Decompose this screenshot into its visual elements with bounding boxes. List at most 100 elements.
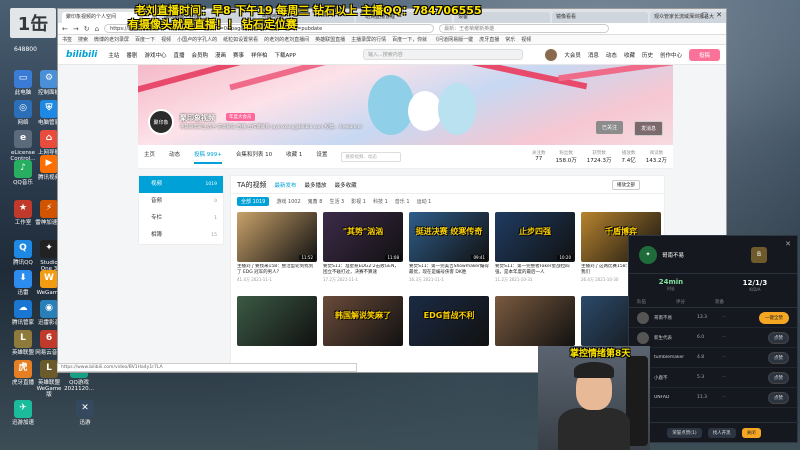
header-nav-item[interactable]: 漫画 (215, 51, 226, 59)
left-menu-item[interactable]: 专栏 1 (139, 210, 223, 227)
video-title[interactable]: 要焚S11：准星惹EDG2:2击败GEN，团立不碰打过，决赛不算速 (323, 264, 403, 276)
header-right-item[interactable]: 创作中心 (660, 51, 682, 59)
header-right-item[interactable]: 动态 (606, 51, 617, 59)
video-meta: 11.2万 2021-10-31 (495, 277, 575, 283)
video-card[interactable]: "其势"汹汹 11:08 要焚S11：准星惹EDG2:2击败GEN，团立不碰打过，决… (323, 212, 403, 283)
footer-button[interactable]: 关闭 (741, 427, 761, 438)
space-tab[interactable]: 收藏 1 (286, 150, 302, 164)
scoreboard: 哥南不易 13.3 — 一键全赞 新生代表 6.0 — 点赞 tumblemaker 4.8 — 点赞… (629, 308, 797, 408)
bookmark-item[interactable]: 视频 (161, 36, 171, 43)
video-card[interactable] (495, 296, 575, 346)
video-thumbnail[interactable]: 11:52 (237, 212, 317, 262)
user-avatar[interactable] (545, 48, 558, 61)
left-menu-item[interactable]: 相簿 15 (139, 227, 223, 244)
video-card[interactable] (237, 296, 317, 346)
space-tab[interactable]: 设置 (316, 150, 327, 164)
upload-button[interactable]: 投稿 (688, 48, 720, 61)
sort-option[interactable]: 最多收藏 (335, 181, 357, 189)
like-button[interactable]: 点赞 (768, 351, 789, 364)
bookmark-item[interactable]: 书签 (62, 36, 72, 43)
follow-button[interactable]: 已关注 (595, 121, 623, 134)
bilibili-logo[interactable]: bilibili (66, 50, 97, 60)
video-thumbnail[interactable]: 韩国解说笑麻了 (323, 296, 403, 346)
bookmark-item[interactable]: 百度一下 (135, 36, 155, 43)
video-card[interactable]: 11:52 主播刘了要找来158：整活型轮到找到了 EDG 冠军的男人？ 41.4万… (237, 212, 317, 283)
video-title[interactable]: 主播刘了要找来158：整活型轮到找到了 EDG 冠军的男人？ (237, 264, 317, 276)
video-card[interactable]: 韩国解说笑麻了 (323, 296, 403, 346)
desktop-icon[interactable]: ✈ 迅游加速 (8, 400, 38, 426)
bookmark-item[interactable]: 搜索 (78, 36, 88, 43)
close-icon[interactable]: ✕ (785, 240, 791, 248)
category-item[interactable]: 运动 1 (417, 198, 432, 205)
video-title[interactable]: 要焚S11：第一完整者Faker星战拉四强，是本年度的最后一人 (495, 264, 575, 276)
category-item[interactable]: 鬼畜 8 (308, 198, 323, 205)
bookmark-item[interactable]: 视频 (521, 36, 531, 43)
header-nav-item[interactable]: 直播 (173, 51, 184, 59)
bookmark-item[interactable]: 虎牙直播 (479, 36, 499, 43)
category-item[interactable]: 科技 1 (373, 198, 388, 205)
video-thumbnail[interactable]: 挺进决赛 绞寒传奇 09:41 (409, 212, 489, 262)
video-thumbnail[interactable] (237, 296, 317, 346)
stat-value: 158.0万 (555, 157, 577, 164)
video-thumbnail[interactable]: "其势"汹汹 11:08 (323, 212, 403, 262)
header-nav-item[interactable]: 游戏中心 (144, 51, 166, 59)
message-button[interactable]: 发消息 (633, 121, 663, 136)
video-card[interactable]: EDG首战不利 (409, 296, 489, 346)
left-menu-item[interactable]: 音频 0 (139, 193, 223, 210)
like-button[interactable]: 点赞 (768, 371, 789, 384)
header-nav-item[interactable]: 番剧 (126, 51, 137, 59)
space-search-input[interactable]: 搜索视频、动态 (341, 151, 402, 162)
video-thumbnail[interactable] (495, 296, 575, 346)
desktop-icon[interactable]: ✕ 迅游 (70, 400, 100, 426)
scoreboard-row: 新生代表 6.0 — 点赞 (629, 328, 797, 348)
space-tab[interactable]: 主页 (144, 150, 155, 164)
category-item[interactable]: 影视 1 (351, 198, 366, 205)
space-tab[interactable]: 投稿 999+ (194, 150, 222, 164)
category-item[interactable]: 全部 1019 (237, 196, 270, 206)
bookmark-item[interactable]: 英雄联盟直播 (315, 36, 345, 43)
header-nav-item[interactable]: 赛事 (233, 51, 244, 59)
header-nav-item[interactable]: 下载APP (275, 51, 296, 59)
bookmark-item[interactable]: 百度一下，你就 (392, 36, 427, 43)
header-nav-item[interactable]: 主站 (108, 51, 119, 59)
header-right-item[interactable]: 历史 (642, 51, 653, 59)
category-item[interactable]: 生活 3 (329, 198, 344, 205)
video-thumbnail[interactable]: EDG首战不利 (409, 296, 489, 346)
video-card[interactable]: 止步四强 10:20 要焚S11：第一完整者Faker星战拉四强，是本年度的最后一人… (495, 212, 575, 283)
up-avatar[interactable]: 聚印象 (148, 109, 174, 135)
bookmark-item[interactable]: 《问道网易版一键 (433, 36, 473, 43)
up-description: 英雄联盟职业选手 游戏解说 直播 合作请联系 juyinxiang@bilibi… (180, 125, 363, 130)
like-button[interactable]: 点赞 (768, 331, 789, 344)
space-tab[interactable]: 合集和列表 10 (236, 150, 272, 164)
bookmark-item[interactable]: 的老刘的老刘直播间 (264, 36, 309, 43)
like-button[interactable]: 一键全赞 (759, 311, 789, 324)
footer-button[interactable]: 荣誉点赞(1) (667, 427, 702, 438)
header-right-item[interactable]: 大会员 (564, 51, 581, 59)
space-tab[interactable]: 动态 (169, 150, 180, 164)
player-name: tumblemaker (654, 355, 685, 360)
bookmark-item[interactable]: 小国卢的字孔人的 (177, 36, 217, 43)
left-menu-item[interactable]: 视频 1019 (139, 176, 223, 193)
header-nav-item[interactable]: 会员购 (191, 51, 208, 59)
bookmark-item[interactable]: 微博的老刘录屏 (94, 36, 129, 43)
site-search-input[interactable]: 输入...搜索内容 (362, 49, 523, 60)
bookmark-item[interactable]: 常乐 (505, 36, 515, 43)
video-panel-header: TA的视频 最新发布 最多播放 最多收藏 播放全部 (231, 176, 664, 194)
category-item[interactable]: 音乐 1 (395, 198, 410, 205)
player-name: 哥南不易 (662, 252, 685, 259)
header-right-item[interactable]: 收藏 (624, 51, 635, 59)
header-right-item[interactable]: 消息 (588, 51, 599, 59)
header-nav-item[interactable]: 祥伴柏 (251, 51, 268, 59)
video-card[interactable]: 挺进决赛 绞寒传奇 09:41 要焚S11：第一完美吉Showmaker编得最优，现… (409, 212, 489, 283)
like-button[interactable]: 点赞 (768, 391, 789, 404)
video-thumbnail[interactable]: 止步四强 10:20 (495, 212, 575, 262)
video-title[interactable]: 要焚S11：第一完美吉Showmaker编得最优，现在是编号侠客 DK胜 (409, 264, 489, 276)
sort-option[interactable]: 最多播放 (305, 181, 327, 189)
play-all-button[interactable]: 播放全部 (612, 179, 640, 190)
footer-button[interactable]: 找人开黑 (707, 427, 736, 438)
scoreboard-header: 队伍 评分 装备 (629, 296, 797, 308)
bookmark-item[interactable]: 纸粒如设置常看 (223, 36, 258, 43)
category-item[interactable]: 游戏 1002 (276, 198, 300, 205)
bookmark-item[interactable]: 主播录屏的行情 (351, 36, 386, 43)
sort-option[interactable]: 最新发布 (275, 181, 297, 189)
